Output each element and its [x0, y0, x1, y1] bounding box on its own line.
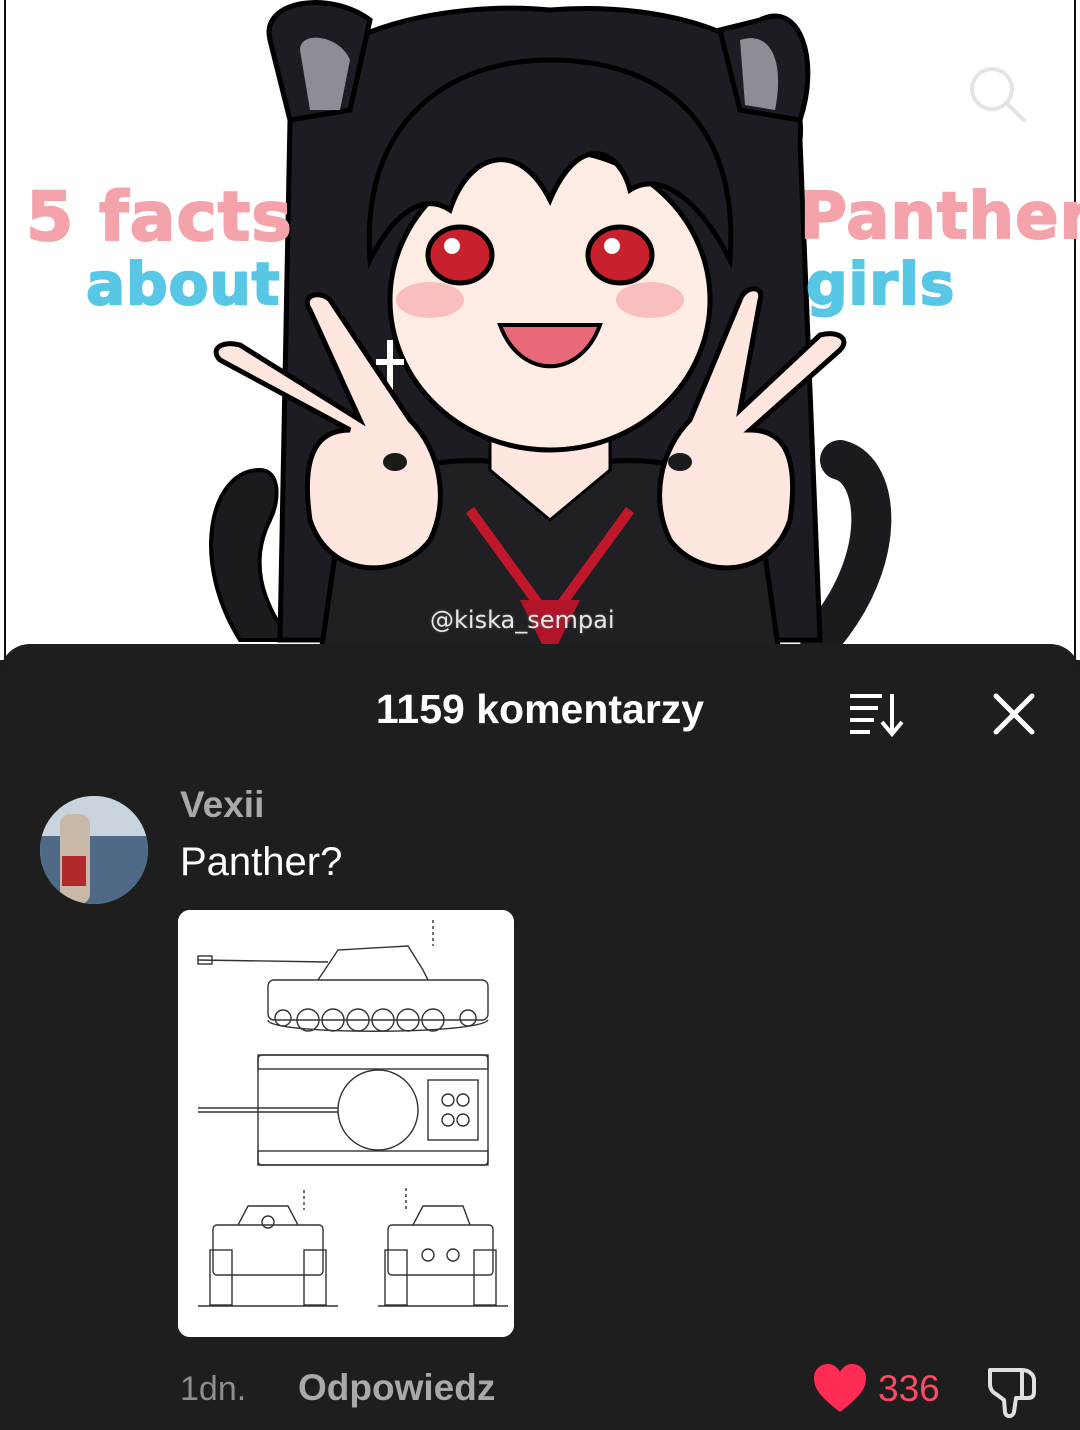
- heart-icon[interactable]: [812, 1362, 868, 1416]
- comments-count-title: 1159 komentarzy: [375, 686, 705, 732]
- dislike-icon[interactable]: [984, 1364, 1042, 1420]
- search-icon[interactable]: [964, 62, 1028, 126]
- video-preview[interactable]: 5 facts about Panther girls @kiska_sempa…: [0, 0, 1080, 660]
- comment-text: Panther?: [180, 840, 343, 884]
- thumbnail-text-line4: girls: [805, 249, 956, 319]
- close-icon[interactable]: [990, 690, 1038, 738]
- comment-image-tank-blueprint[interactable]: [178, 910, 514, 1337]
- avatar[interactable]: [40, 796, 148, 904]
- comment-timestamp: 1dn.: [180, 1370, 247, 1408]
- comment-username[interactable]: Vexii: [180, 784, 264, 826]
- thumbnail-text-line1: 5 facts: [25, 177, 293, 258]
- thumbnail-text-line2: about: [85, 249, 281, 319]
- reply-button[interactable]: Odpowiedz: [298, 1367, 495, 1409]
- comments-sheet: [0, 644, 1080, 1430]
- like-count: 336: [878, 1368, 940, 1409]
- anime-girl-illustration: [209, 0, 892, 660]
- sort-icon[interactable]: [848, 690, 906, 738]
- thumbnail-text-line3: Panther: [799, 179, 1080, 255]
- watermark: @kiska_sempai: [430, 606, 615, 634]
